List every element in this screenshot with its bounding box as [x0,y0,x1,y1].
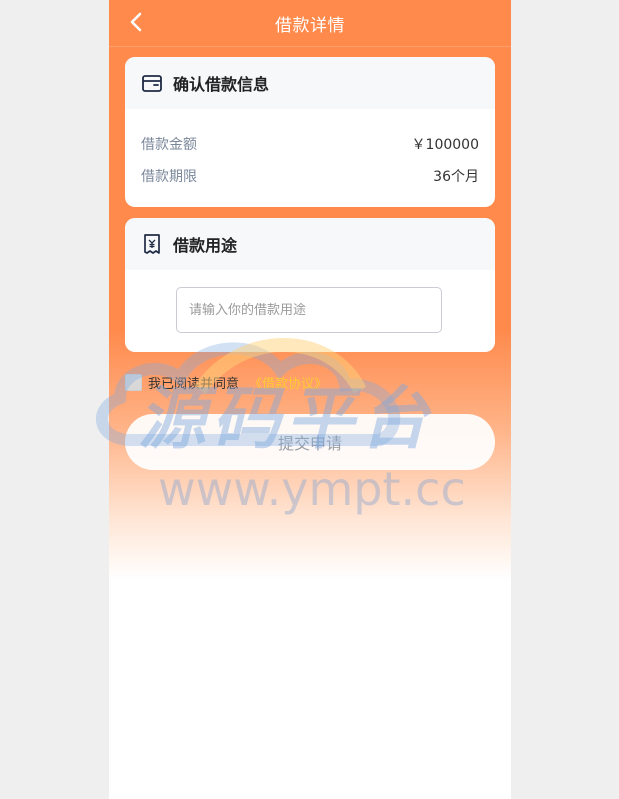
wallet-icon [142,75,162,92]
agreement-row: 我已阅读并同意 《借款协议》 [125,373,327,392]
loan-term-value: 36个月 [433,169,479,185]
agree-checkbox[interactable] [125,374,142,391]
loan-term-label: 借款期限 [141,169,197,185]
agreement-text: 我已阅读并同意 [148,377,240,392]
receipt-icon [144,234,160,254]
loan-info-title: 确认借款信息 [173,75,270,94]
loan-info-rows: 借款金额 ￥100000 借款期限 36个月 [125,128,495,192]
loan-amount-value: ￥100000 [411,137,479,153]
purpose-header: 借款用途 [125,218,495,270]
loan-amount-row: 借款金额 ￥100000 [125,128,495,160]
purpose-title: 借款用途 [173,236,238,255]
loan-info-header: 确认借款信息 [125,57,495,109]
page-title: 借款详情 [275,16,345,36]
loan-amount-label: 借款金额 [141,137,197,153]
purpose-card: 借款用途 [125,218,495,352]
loan-term-row: 借款期限 36个月 [125,160,495,192]
nav-bar: 借款详情 [109,0,511,47]
purpose-input[interactable] [176,287,442,333]
phone-screen: 借款详情 确认借款信息 借款金额 ￥100000 借款期限 36个月 借款用途 … [109,0,511,799]
submit-button[interactable]: 提交申请 [125,414,495,470]
agreement-link[interactable]: 《借款协议》 [249,373,327,392]
